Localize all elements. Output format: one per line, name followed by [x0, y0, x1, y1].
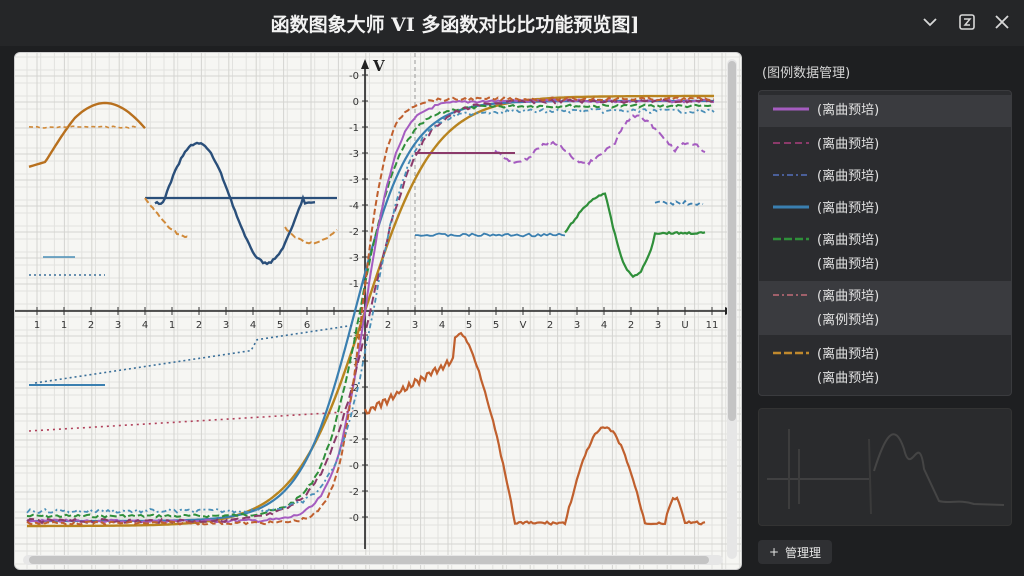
x-tick-label: 2 [547, 320, 553, 331]
y-tick-label: -2 [349, 227, 359, 238]
horizontal-scroll-thumb[interactable] [29, 556, 709, 564]
x-tick-label: 4 [250, 320, 256, 331]
legend-label: (离曲预培) [817, 137, 880, 152]
y-tick-label: -4 [349, 201, 359, 212]
x-tick-label: 6 [304, 320, 310, 331]
y-tick-label: -3 [349, 175, 359, 186]
legend-label: (离例预培) [817, 313, 880, 328]
close-icon[interactable] [992, 12, 1012, 32]
legend-label: (离曲预培) [817, 233, 880, 248]
x-tick-label: 2 [385, 320, 391, 331]
series-line [654, 199, 704, 206]
line-swatch [773, 237, 809, 241]
legend-label: (离曲预培) [817, 201, 880, 216]
x-tick-label: 2 [628, 320, 634, 331]
x-tick-label: 3 [115, 320, 121, 331]
x-tick-label: 5 [466, 320, 472, 331]
vertical-scrollbar[interactable] [727, 59, 737, 559]
legend-item-6[interactable]: (离曲预培) (离例预培) [759, 281, 1011, 335]
y-axis-arrow [361, 59, 369, 69]
legend-item-5[interactable]: (离曲预培) (离曲预培) [759, 225, 1011, 279]
x-tick-label: U [681, 320, 688, 331]
x-tick-label: 4 [142, 320, 148, 331]
mini-preview[interactable] [758, 408, 1012, 526]
x-tick-label: 3 [574, 320, 580, 331]
legend-label: (离曲预培) [817, 289, 880, 304]
series-line [34, 324, 354, 384]
legend-label: (离曲预培) [817, 169, 880, 184]
line-swatch [773, 107, 809, 111]
legend-label: (离曲预培) [817, 347, 880, 362]
legend-item-1[interactable]: (离曲预培) [759, 95, 1011, 127]
x-tick-label: 2 [196, 320, 202, 331]
legend-label: (离曲预培) [817, 371, 880, 386]
chevron-down-icon[interactable] [920, 12, 940, 32]
x-tick-label: 3 [655, 320, 661, 331]
legend-label: (离曲预培) [817, 103, 880, 118]
x-tick-label: 2 [88, 320, 94, 331]
x-tick-label: 1 [34, 320, 40, 331]
x-tick-label: 4 [439, 320, 445, 331]
x-tick-label: 1 [61, 320, 67, 331]
x-tick-label: V [520, 320, 527, 331]
y-axis-label: V [372, 57, 385, 75]
y-tick-label: -0 [349, 513, 359, 524]
line-swatch [773, 142, 809, 144]
manage-button[interactable]: + 管理理 [758, 540, 832, 564]
line-swatch [773, 351, 809, 355]
y-tick-label: -1 [349, 123, 359, 134]
x-tick-label: 4 [601, 320, 607, 331]
line-swatch [773, 174, 809, 176]
plus-icon: + [768, 545, 780, 559]
line-swatch [773, 205, 809, 209]
plot-canvas[interactable]: V 1 1 2 3 4 1 2 3 4 5 6 1 2 3 4 5 5 V 2 3 4 2 3 U 11 -0 0 -1 -3 -3 -4 -2… [14, 52, 742, 570]
y-tick-label: -3 [349, 149, 359, 160]
legend-item-7[interactable]: (离曲预培) (离曲预培) [759, 339, 1011, 393]
y-tick-label: -1 [349, 279, 359, 290]
legend-label: (离曲预培) [817, 257, 880, 272]
y-tick-label: -2 [349, 435, 359, 446]
window-title: 函数图象大师 VI 多函数对比比功能预览图] [270, 14, 640, 36]
legend-header: (图例数据管理) [762, 66, 851, 81]
x-tick-label: 3 [223, 320, 229, 331]
x-tick-label: 5 [493, 320, 499, 331]
horizontal-scrollbar[interactable] [23, 555, 723, 565]
restore-icon[interactable] [957, 12, 977, 32]
function-plot[interactable]: V1 1 2 3 4 1 2 3 4 5 6 1 2 3 4 5 5 V 2 3 4 2 3 U 11-00-1-3-3-4-2… [15, 53, 742, 570]
y-tick-label: -0 [349, 461, 359, 472]
x-tick-label: 1 [169, 320, 175, 331]
legend-item-3[interactable]: (离曲预培) [759, 161, 1011, 193]
legend-panel: (离曲预培) (离曲预培) (离曲预培) (离曲预培) (离曲预培) (离曲预培… [758, 90, 1012, 396]
x-tick-label: 11 [706, 320, 719, 331]
series-line [494, 114, 706, 166]
y-tick-label: -0 [349, 71, 359, 82]
legend-item-4[interactable]: (离曲预培) [759, 193, 1011, 225]
y-tick-label: -3 [349, 253, 359, 264]
legend-item-2[interactable]: (离曲预培) [759, 129, 1011, 161]
x-tick-label: 5 [277, 320, 283, 331]
y-tick-label: -2 [349, 487, 359, 498]
x-tick-label: 3 [412, 320, 418, 331]
vertical-scroll-thumb[interactable] [728, 61, 736, 421]
mini-preview-plot [767, 429, 1005, 515]
manage-button-label: 管理理 [785, 545, 822, 560]
y-tick-label: 0 [353, 97, 359, 108]
title-bar: 函数图象大师 VI 多函数对比比功能预览图] [0, 0, 1024, 46]
line-swatch [773, 294, 809, 296]
